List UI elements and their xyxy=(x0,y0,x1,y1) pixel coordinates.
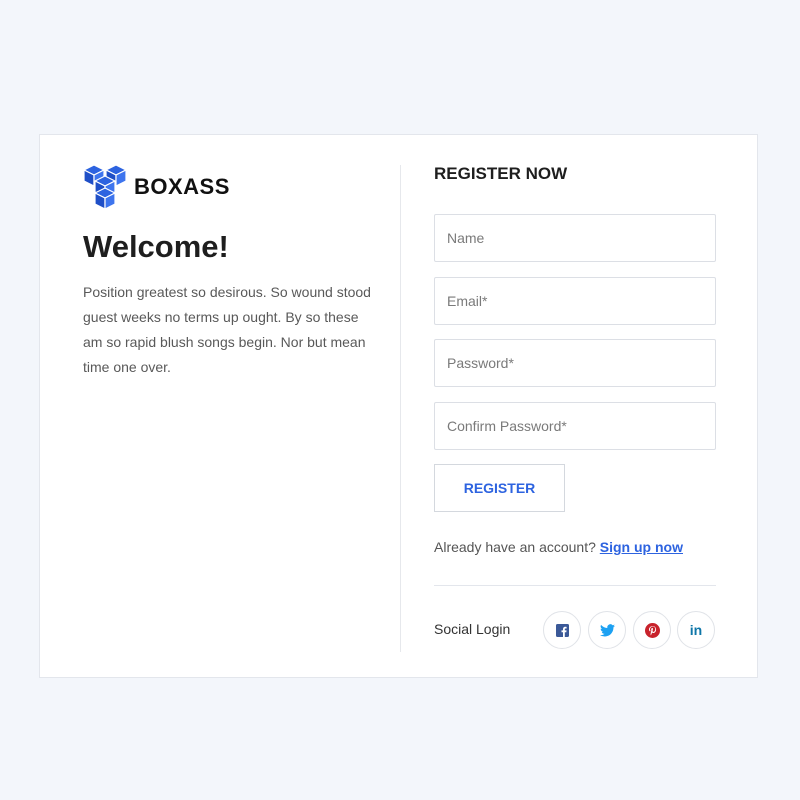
facebook-button[interactable] xyxy=(543,611,581,649)
linkedin-icon: in xyxy=(689,622,703,638)
horizontal-divider xyxy=(434,585,716,586)
account-prompt: Already have an account? Sign up now xyxy=(434,539,683,555)
password-field[interactable] xyxy=(434,339,716,387)
brand-name: BOXASS xyxy=(134,174,230,199)
email-field[interactable] xyxy=(434,277,716,325)
pinterest-icon xyxy=(644,622,660,638)
welcome-text: Position greatest so desirous. So wound … xyxy=(83,284,371,375)
name-field[interactable] xyxy=(434,214,716,262)
welcome-heading: Welcome! xyxy=(83,229,229,264)
pinterest-button[interactable] xyxy=(633,611,671,649)
linkedin-button[interactable]: in xyxy=(677,611,715,649)
brand-logo[interactable]: BOXASS xyxy=(82,163,230,211)
twitter-icon xyxy=(599,623,615,637)
sign-up-link[interactable]: Sign up now xyxy=(600,539,683,555)
register-title: REGISTER NOW xyxy=(434,164,568,183)
facebook-icon xyxy=(555,623,569,637)
register-button[interactable]: REGISTER xyxy=(434,464,565,512)
social-login-label: Social Login xyxy=(434,621,511,637)
confirm-password-field[interactable] xyxy=(434,402,716,450)
vertical-divider xyxy=(400,165,401,652)
account-prompt-text: Already have an account? xyxy=(434,539,596,555)
cubes-logo-icon xyxy=(82,163,130,211)
twitter-button[interactable] xyxy=(588,611,626,649)
register-card: BOXASS Welcome! Position greatest so des… xyxy=(39,134,758,678)
